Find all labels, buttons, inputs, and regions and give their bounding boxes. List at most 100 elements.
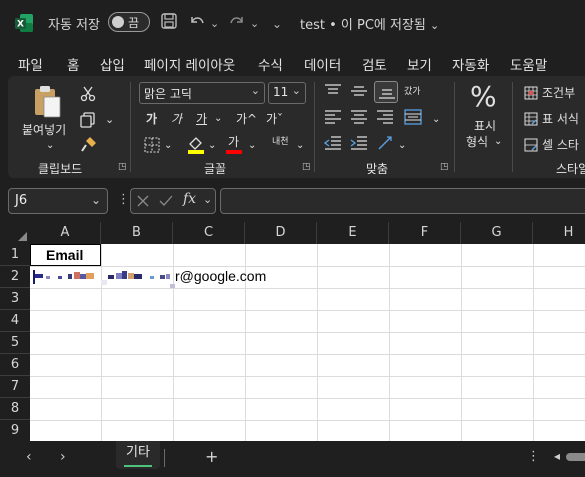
scroll-left-icon[interactable]: ◂ <box>554 449 560 463</box>
row-header-7[interactable]: 7 <box>0 376 30 398</box>
row-header-1[interactable]: 1 <box>0 244 30 266</box>
shrink-font-button[interactable]: 가ˇ <box>266 111 283 127</box>
increase-indent-icon[interactable] <box>350 136 368 150</box>
document-title[interactable]: test • 이 PC에 저장됨 ⌄ <box>300 14 439 33</box>
font-launcher-icon[interactable]: ◳ <box>302 162 311 172</box>
tab-automate[interactable]: 자동화 <box>452 54 489 74</box>
select-all-button[interactable] <box>0 222 30 244</box>
column-header-h[interactable]: H <box>533 222 585 244</box>
tab-page-layout[interactable]: 페이지 레이아웃 <box>144 54 235 74</box>
column-header-g[interactable]: G <box>461 222 533 244</box>
cancel-icon[interactable] <box>137 195 149 207</box>
align-left-icon[interactable] <box>324 110 342 124</box>
more-options-icon[interactable]: ⋮ <box>527 449 540 464</box>
column-header-d[interactable]: D <box>245 222 317 244</box>
cell-c2-text[interactable]: r@google.com <box>175 268 266 284</box>
redo-icon[interactable] <box>228 12 246 30</box>
decrease-indent-icon[interactable] <box>324 136 342 150</box>
format-as-table-icon[interactable] <box>524 112 538 126</box>
row-header-2[interactable]: 2 <box>0 266 30 288</box>
sheet-tab-etc[interactable]: 기타 <box>116 441 160 469</box>
paste-button[interactable]: 붙여넣기 <box>22 122 66 138</box>
number-format-label-1[interactable]: 표시 <box>474 118 496 134</box>
formula-input[interactable] <box>220 188 585 214</box>
tab-help[interactable]: 도움말 <box>510 54 547 74</box>
grow-font-button[interactable]: 가^ <box>236 111 257 127</box>
insert-function-icon[interactable]: fx <box>183 191 196 207</box>
fill-color-dropdown-icon[interactable]: ⌄ <box>208 138 216 154</box>
bold-button[interactable]: 가 <box>146 111 157 127</box>
format-as-table-button[interactable]: 표 서식 <box>542 111 579 127</box>
wrap-text-button[interactable]: 갔가 <box>404 84 421 100</box>
tab-data[interactable]: 데이터 <box>304 54 341 74</box>
clipboard-launcher-icon[interactable]: ◳ <box>118 162 127 172</box>
copy-dropdown-icon[interactable]: ⌄ <box>105 112 114 128</box>
underline-button[interactable]: 가 <box>196 111 207 127</box>
column-header-b[interactable]: B <box>101 222 173 244</box>
row-header-4[interactable]: 4 <box>0 310 30 332</box>
tab-home[interactable]: 홈 <box>67 54 80 81</box>
enter-icon[interactable] <box>159 195 173 207</box>
tab-insert[interactable]: 삽입 <box>100 54 125 74</box>
merge-center-icon[interactable] <box>404 108 422 126</box>
underline-dropdown-icon[interactable]: ⌄ <box>214 111 222 127</box>
redo-dropdown-icon[interactable]: ⌄ <box>250 14 259 34</box>
cell-styles-button[interactable]: 셀 스타 <box>542 137 579 153</box>
format-painter-icon[interactable] <box>80 136 98 152</box>
column-header-c[interactable]: C <box>173 222 245 244</box>
tab-file[interactable]: 파일 <box>18 54 43 74</box>
column-header-e[interactable]: E <box>317 222 389 244</box>
number-format-label-2[interactable]: 형식 <box>466 134 488 150</box>
row-header-8[interactable]: 8 <box>0 398 30 420</box>
italic-button[interactable]: 가 <box>171 111 182 127</box>
horizontal-scrollbar[interactable] <box>566 453 585 461</box>
merge-dropdown-icon[interactable]: ⌄ <box>432 112 440 128</box>
undo-icon[interactable] <box>188 12 206 30</box>
paste-icon[interactable] <box>32 84 64 120</box>
borders-icon[interactable] <box>143 136 161 154</box>
row-header-5[interactable]: 5 <box>0 332 30 354</box>
undo-dropdown-icon[interactable]: ⌄ <box>210 14 219 34</box>
paste-dropdown-icon[interactable]: ⌄ <box>46 138 54 154</box>
tab-view[interactable]: 보기 <box>407 54 432 74</box>
phonetic-button[interactable]: 내천 <box>272 134 289 150</box>
column-header-a[interactable]: A <box>30 222 101 244</box>
autosave-toggle[interactable]: 끔 <box>108 12 150 32</box>
align-center-icon[interactable] <box>350 110 368 124</box>
font-color-dropdown-icon[interactable]: ⌄ <box>248 138 256 154</box>
orientation-icon[interactable] <box>376 134 394 152</box>
row-header-6[interactable]: 6 <box>0 354 30 376</box>
copy-icon[interactable] <box>80 112 96 128</box>
conditional-format-button[interactable]: 조건부 <box>542 85 575 101</box>
font-name-select[interactable]: 맑은 고딕 ⌄ <box>139 82 265 104</box>
spreadsheet-grid[interactable]: A B C D E F G H 1 2 3 4 5 6 7 8 9 Email <box>0 222 585 441</box>
prev-sheet-icon[interactable]: ‹ <box>26 449 32 465</box>
number-format-dropdown-icon[interactable]: ⌄ <box>494 134 502 150</box>
save-icon[interactable] <box>160 12 178 30</box>
align-bottom-button[interactable] <box>374 81 398 103</box>
align-top-icon[interactable] <box>324 84 342 98</box>
align-middle-icon[interactable] <box>350 84 368 98</box>
tab-formulas[interactable]: 수식 <box>258 54 283 74</box>
cell-styles-icon[interactable] <box>524 138 538 152</box>
name-box[interactable]: J6 ⌄ <box>8 188 108 214</box>
cut-icon[interactable] <box>80 86 96 102</box>
more-options-icon[interactable]: ⋮ <box>117 192 130 207</box>
font-size-select[interactable]: 11 ⌄ <box>268 82 306 104</box>
column-header-f[interactable]: F <box>389 222 461 244</box>
customize-toolbar-icon[interactable]: ⌄ <box>272 14 282 34</box>
next-sheet-icon[interactable]: › <box>60 449 66 465</box>
phonetic-dropdown-icon[interactable]: ⌄ <box>296 138 304 154</box>
cell-a1[interactable]: Email <box>30 244 101 266</box>
tab-review[interactable]: 검토 <box>362 54 387 74</box>
row-header-9[interactable]: 9 <box>0 420 30 441</box>
percent-icon[interactable]: % <box>470 82 497 112</box>
borders-dropdown-icon[interactable]: ⌄ <box>164 138 172 154</box>
conditional-format-icon[interactable] <box>524 86 538 100</box>
alignment-launcher-icon[interactable]: ◳ <box>440 162 449 172</box>
fill-color-icon[interactable] <box>186 134 206 154</box>
orientation-dropdown-icon[interactable]: ⌄ <box>398 138 406 154</box>
font-color-button[interactable]: 가 <box>228 134 239 150</box>
align-right-icon[interactable] <box>376 110 394 124</box>
row-header-3[interactable]: 3 <box>0 288 30 310</box>
